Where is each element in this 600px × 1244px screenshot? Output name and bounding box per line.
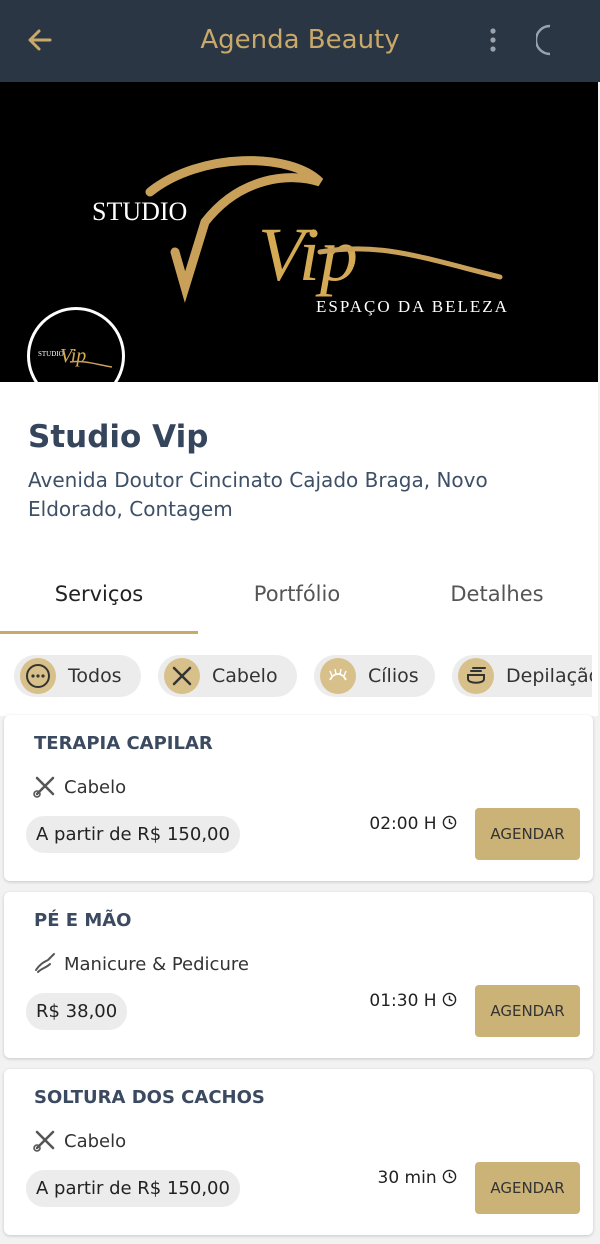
scissors-icon bbox=[33, 776, 55, 798]
scissors-comb-icon bbox=[164, 658, 200, 694]
moon-icon[interactable] bbox=[536, 22, 570, 58]
chip-label: Cílios bbox=[368, 665, 419, 687]
clock-icon bbox=[442, 1169, 457, 1184]
more-horiz-icon bbox=[20, 658, 56, 694]
manicure-icon bbox=[35, 953, 55, 973]
service-card: SOLTURA DOS CACHOS Cabelo A partir de R$… bbox=[4, 1069, 593, 1235]
wax-pot-icon bbox=[458, 658, 494, 694]
scissors-icon bbox=[33, 1130, 55, 1152]
service-price: A partir de R$ 150,00 bbox=[26, 1170, 240, 1207]
agendar-button[interactable]: AGENDAR bbox=[475, 985, 580, 1037]
service-title: TERAPIA CAPILAR bbox=[34, 733, 213, 754]
eyelash-icon bbox=[320, 658, 356, 694]
studio-name: Studio Vip bbox=[28, 419, 209, 455]
tab-detalhes[interactable]: Detalhes bbox=[398, 582, 596, 606]
chip-label: Cabelo bbox=[212, 665, 278, 687]
service-duration: 01:30 H bbox=[369, 991, 457, 1011]
service-duration: 30 min bbox=[378, 1168, 458, 1188]
logo-script: Vip bbox=[258, 213, 358, 297]
service-card: PÉ E MÃO Manicure & Pedicure R$ 38,00 01… bbox=[4, 892, 593, 1058]
category-filter: Todos Cabelo Cílios Depilação bbox=[0, 652, 592, 700]
service-category: Manicure & Pedicure bbox=[64, 954, 249, 975]
service-title: SOLTURA DOS CACHOS bbox=[34, 1087, 265, 1108]
chip-depilacao[interactable]: Depilação bbox=[452, 655, 592, 697]
agendar-button[interactable]: AGENDAR bbox=[475, 808, 580, 860]
more-vert-icon[interactable] bbox=[478, 24, 508, 56]
service-card: TERAPIA CAPILAR Cabelo A partir de R$ 15… bbox=[4, 715, 593, 881]
svg-text:Vip: Vip bbox=[60, 345, 86, 367]
tab-servicos[interactable]: Serviços bbox=[0, 582, 198, 606]
clock-icon bbox=[442, 992, 457, 1007]
chip-label: Depilação bbox=[506, 665, 592, 687]
logo-tagline: ESPAÇO DA BELEZA bbox=[316, 297, 509, 316]
service-duration: 02:00 H bbox=[369, 814, 457, 834]
chip-cabelo[interactable]: Cabelo bbox=[158, 655, 297, 697]
app-title: Agenda Beauty bbox=[200, 25, 400, 55]
active-tab-indicator bbox=[0, 631, 198, 634]
chip-todos[interactable]: Todos bbox=[14, 655, 141, 697]
clock-icon bbox=[442, 815, 457, 830]
chip-label: Todos bbox=[68, 665, 122, 687]
logo-word: STUDIO bbox=[92, 197, 187, 226]
service-price: A partir de R$ 150,00 bbox=[26, 816, 240, 853]
app-bar: Agenda Beauty bbox=[0, 0, 600, 82]
service-category: Cabelo bbox=[64, 1131, 127, 1152]
tab-portfolio[interactable]: Portfólio bbox=[198, 582, 396, 606]
service-category: Cabelo bbox=[64, 777, 127, 798]
service-title: PÉ E MÃO bbox=[34, 910, 132, 931]
studio-address: Avenida Doutor Cincinato Cajado Braga, N… bbox=[28, 468, 488, 521]
agendar-button[interactable]: AGENDAR bbox=[475, 1162, 580, 1214]
chip-cilios[interactable]: Cílios bbox=[314, 655, 435, 697]
tab-bar: Serviços Portfólio Detalhes bbox=[0, 565, 598, 635]
service-price: R$ 38,00 bbox=[26, 993, 128, 1030]
